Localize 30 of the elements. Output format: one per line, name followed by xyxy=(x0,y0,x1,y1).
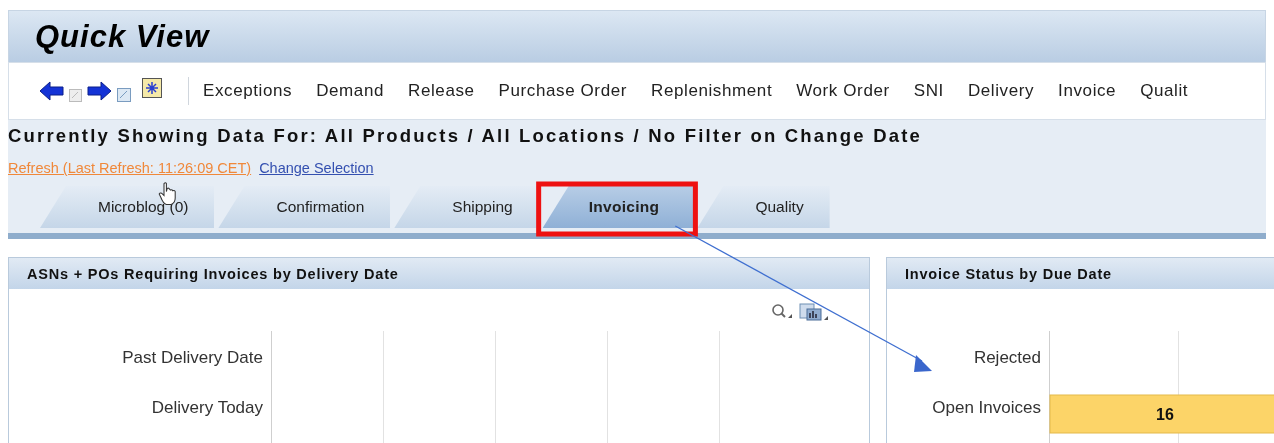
menu-item[interactable]: Release xyxy=(408,81,475,101)
filter-heading: Currently Showing Data For: All Products / All Locations / No Filter on Change Date xyxy=(8,124,924,147)
category-label: Delivery Today xyxy=(151,398,263,417)
menu-item[interactable]: Replenishment xyxy=(651,81,773,101)
category-label: Past Delivery Date xyxy=(122,348,263,367)
menu-item[interactable]: Demand xyxy=(316,81,385,101)
menu-item[interactable]: Exceptions xyxy=(203,81,293,101)
category-label: Rejected xyxy=(973,348,1041,367)
tab[interactable]: Invoicing xyxy=(542,186,694,228)
panel-title: ASNs + POs Requiring Invoices by Delivery Date xyxy=(9,258,869,289)
zoom-icon[interactable] xyxy=(771,303,793,319)
window-title: Quick View xyxy=(34,18,210,55)
forward-arrow-icon[interactable] xyxy=(87,81,112,101)
category-label: Open Invoices xyxy=(932,398,1041,417)
data-label: 16 xyxy=(1156,406,1174,423)
tab[interactable]: Confirmation xyxy=(218,186,391,228)
tab[interactable]: Shipping xyxy=(394,186,539,228)
menu-item[interactable]: SNI xyxy=(913,81,944,101)
back-arrow-icon[interactable] xyxy=(39,81,64,101)
panel-title: Invoice Status by Due Date xyxy=(887,258,1274,289)
tab[interactable]: Quality xyxy=(697,186,830,228)
menu-item[interactable]: Delivery xyxy=(967,81,1035,101)
menu-item[interactable]: Qualit xyxy=(1140,81,1189,101)
chart-type-icon[interactable] xyxy=(799,303,829,321)
tab[interactable]: Microblog (0) xyxy=(40,186,215,228)
change-selection-link[interactable]: Change Selection xyxy=(259,160,374,176)
star-icon[interactable] xyxy=(142,78,162,98)
menu-item[interactable]: Work Order xyxy=(796,81,890,101)
menu-item[interactable]: Purchase Order xyxy=(498,81,627,101)
menu-item[interactable]: Invoice xyxy=(1058,81,1117,101)
